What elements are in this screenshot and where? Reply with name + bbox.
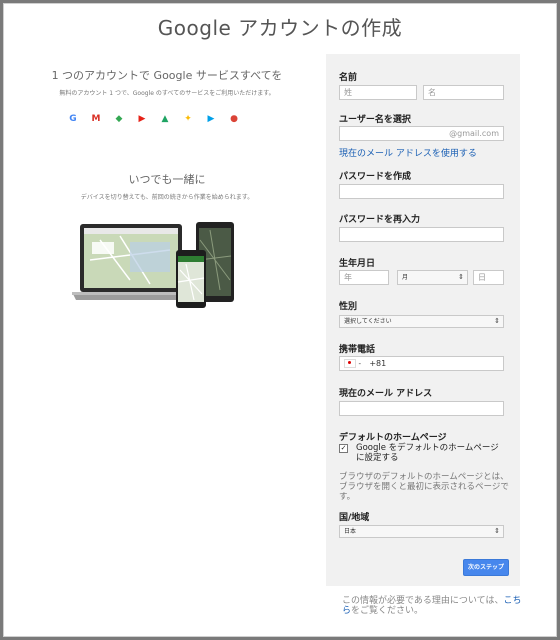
- drive-icon: ▲: [161, 114, 169, 124]
- homepage-checkbox[interactable]: ✓: [339, 444, 348, 453]
- country-value: 日本: [344, 528, 357, 535]
- phone-input[interactable]: - +81: [339, 356, 504, 371]
- sync-subtext: デバイスを切り替えても、前回の続きから作業を始められます。: [80, 194, 254, 201]
- promo-heading: 1 つのアカウントで Google サービスすべてを: [51, 69, 283, 82]
- gender-select[interactable]: 選択してください ⇕: [339, 315, 504, 328]
- password-input[interactable]: [339, 184, 504, 199]
- devices-illustration: [72, 222, 234, 308]
- homepage-note: ブラウザのデフォルトのホームページとは、ブラウザを開くと最初に表示されるページで…: [339, 472, 509, 502]
- page-title: Google アカウントの作成: [157, 16, 403, 40]
- birth-year-input[interactable]: 年: [339, 270, 389, 285]
- name-label: 名前: [339, 73, 358, 83]
- country-label: 国/地域: [339, 513, 370, 523]
- username-label: ユーザー名を選択: [339, 115, 411, 125]
- last-name-input[interactable]: 姓: [339, 85, 417, 100]
- birthday-label: 生年月日: [339, 259, 376, 269]
- gender-label: 性別: [339, 302, 358, 312]
- birth-month-select[interactable]: 月 ⇕: [397, 270, 468, 285]
- signup-page: Google アカウントの作成 1 つのアカウントで Google サービスすべ…: [3, 3, 557, 637]
- current-email-input[interactable]: [339, 401, 504, 416]
- service-icons: G M ◆ ▶ ▲ ✦ ▶ ●: [66, 112, 241, 126]
- gmail-icon: M: [91, 114, 101, 124]
- use-current-email-link[interactable]: 現在のメール アドレスを使用する: [339, 146, 477, 159]
- phone-icon: [176, 250, 206, 308]
- username-input[interactable]: @gmail.com: [339, 126, 504, 141]
- select-arrows-icon: ⇕: [494, 527, 500, 535]
- next-step-button[interactable]: 次のステップ: [463, 559, 509, 576]
- promo-subtext: 無料のアカウント 1 つで、Google のすべてのサービスをご利用いただけます…: [59, 90, 275, 97]
- birth-day-input[interactable]: 日: [473, 270, 504, 285]
- maps-icon: ◆: [115, 114, 123, 124]
- chrome-icon: ●: [230, 114, 238, 124]
- country-select[interactable]: 日本 ⇕: [339, 525, 504, 538]
- signup-form: 名前 姓 名 ユーザー名を選択 @gmail.com 現在のメール アドレスを使…: [326, 54, 520, 586]
- homepage-checkbox-label[interactable]: Google をデフォルトのホームページに設定する: [356, 443, 506, 463]
- play-icon: ▶: [207, 114, 215, 124]
- password-confirm-label: パスワードを再入力: [339, 215, 421, 225]
- gender-value: 選択してください: [344, 318, 392, 325]
- footer-text: この情報が必要である理由については、: [342, 596, 504, 606]
- footer-note: この情報が必要である理由については、こちらをご覧ください。: [342, 596, 522, 616]
- photos-icon: ✦: [184, 114, 192, 124]
- phone-country-code: +81: [369, 359, 387, 368]
- select-arrows-icon: ⇕: [458, 273, 464, 281]
- homepage-label: デフォルトのホームページ: [339, 433, 447, 443]
- google-g-icon: G: [69, 114, 77, 124]
- japan-flag-icon[interactable]: [344, 359, 356, 368]
- phone-label: 携帯電話: [339, 345, 376, 355]
- laptop-icon: [72, 224, 190, 300]
- select-arrows-icon: ⇕: [494, 317, 500, 325]
- password-label: パスワードを作成: [339, 172, 412, 182]
- password-confirm-input[interactable]: [339, 227, 504, 242]
- current-email-label: 現在のメール アドレス: [339, 389, 433, 399]
- sync-heading: いつでも一緒に: [128, 173, 206, 186]
- gmail-suffix: @gmail.com: [449, 129, 499, 138]
- first-name-input[interactable]: 名: [423, 85, 504, 100]
- birth-month-value: 月: [402, 274, 409, 281]
- youtube-icon: ▶: [138, 114, 146, 124]
- footer-text-end: をご覧ください。: [351, 606, 424, 616]
